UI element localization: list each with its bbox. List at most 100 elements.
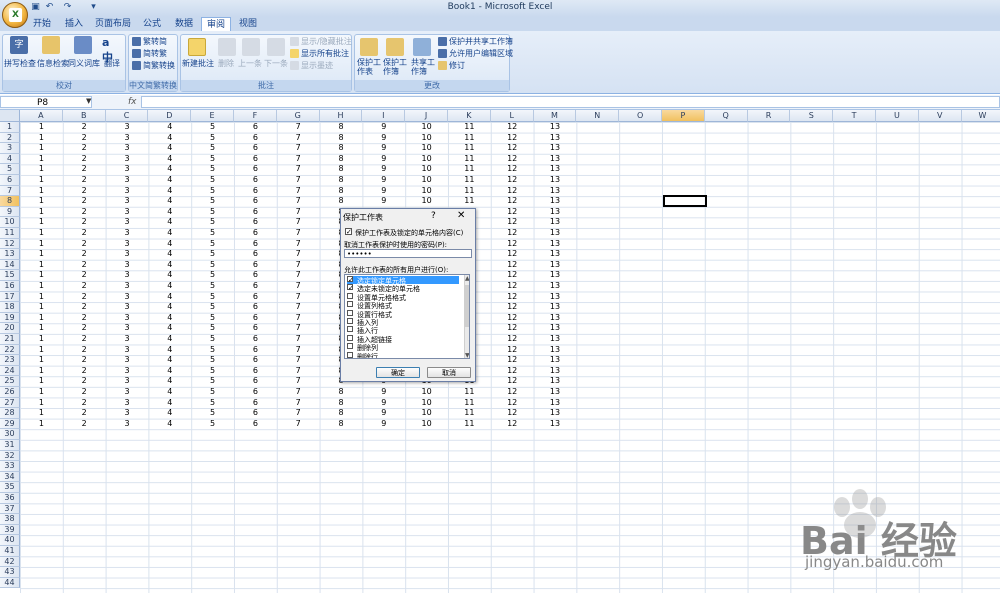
cell-A1[interactable]: 1 [20,122,63,133]
cell-I26[interactable]: 9 [362,387,405,398]
cell-J8[interactable]: 10 [405,196,448,207]
cell-B21[interactable]: 2 [63,334,106,345]
cell-E15[interactable]: 5 [191,270,234,281]
cell-C11[interactable]: 3 [106,228,149,239]
cell-I27[interactable]: 9 [362,398,405,409]
cell-B12[interactable]: 2 [63,239,106,250]
cell-G2[interactable]: 7 [277,133,320,144]
cell-D9[interactable]: 4 [148,207,191,218]
cell-M11[interactable]: 13 [534,228,577,239]
cell-A8[interactable]: 1 [20,196,63,207]
cell-L17[interactable]: 12 [491,292,534,303]
cell-B5[interactable]: 2 [63,164,106,175]
cell-E24[interactable]: 5 [191,366,234,377]
cell-L16[interactable]: 12 [491,281,534,292]
permission-item[interactable]: 删除列 [347,343,459,352]
cell-G6[interactable]: 7 [277,175,320,186]
column-header-U[interactable]: U [876,110,919,122]
cell-F4[interactable]: 6 [234,154,277,165]
row-header-36[interactable]: 36 [0,493,20,504]
row-header-41[interactable]: 41 [0,546,20,557]
cell-A14[interactable]: 1 [20,260,63,271]
cell-A5[interactable]: 1 [20,164,63,175]
cell-B27[interactable]: 2 [63,398,106,409]
cell-B10[interactable]: 2 [63,217,106,228]
cell-K28[interactable]: 11 [448,408,491,419]
cell-J29[interactable]: 10 [405,419,448,430]
cell-L11[interactable]: 12 [491,228,534,239]
cell-A25[interactable]: 1 [20,376,63,387]
qat-customize-icon[interactable]: ▾ [88,2,99,13]
cell-B1[interactable]: 2 [63,122,106,133]
cell-B15[interactable]: 2 [63,270,106,281]
column-header-B[interactable]: B [62,110,106,122]
cell-D22[interactable]: 4 [148,345,191,356]
cell-B2[interactable]: 2 [63,133,106,144]
cell-L20[interactable]: 12 [491,323,534,334]
cell-D12[interactable]: 4 [148,239,191,250]
cell-E18[interactable]: 5 [191,302,234,313]
permission-checkbox[interactable] [347,326,353,333]
cell-I3[interactable]: 9 [362,143,405,154]
new-comment-button[interactable]: 新建批注 [182,58,214,69]
cell-D11[interactable]: 4 [148,228,191,239]
cell-M2[interactable]: 13 [534,133,577,144]
select-all-corner[interactable] [0,110,20,122]
cell-I8[interactable]: 9 [362,196,405,207]
row-header-31[interactable]: 31 [0,440,20,451]
row-header-43[interactable]: 43 [0,567,20,578]
cell-E16[interactable]: 5 [191,281,234,292]
fx-icon[interactable]: fx [128,97,140,108]
cell-A3[interactable]: 1 [20,143,63,154]
cell-E9[interactable]: 5 [191,207,234,218]
cell-C12[interactable]: 3 [106,239,149,250]
cell-E6[interactable]: 5 [191,175,234,186]
cell-L7[interactable]: 12 [491,186,534,197]
tab-review[interactable]: 审阅 [201,17,231,31]
cell-C23[interactable]: 3 [106,355,149,366]
cell-G29[interactable]: 7 [277,419,320,430]
cell-H4[interactable]: 8 [320,154,363,165]
cell-B28[interactable]: 2 [63,408,106,419]
cell-F10[interactable]: 6 [234,217,277,228]
cell-F25[interactable]: 6 [234,376,277,387]
scrollbar-thumb[interactable] [465,285,469,327]
tab-formulas[interactable]: 公式 [138,17,166,31]
cell-K7[interactable]: 11 [448,186,491,197]
cell-E4[interactable]: 5 [191,154,234,165]
cell-B7[interactable]: 2 [63,186,106,197]
cell-K29[interactable]: 11 [448,419,491,430]
cell-L6[interactable]: 12 [491,175,534,186]
cell-I6[interactable]: 9 [362,175,405,186]
protect-workbook-button[interactable]: 保护工作簿 [383,58,407,76]
protect-checkbox[interactable]: ✓ [345,228,352,236]
column-header-P[interactable]: P [662,110,705,122]
cell-E11[interactable]: 5 [191,228,234,239]
cell-G10[interactable]: 7 [277,217,320,228]
cell-J26[interactable]: 10 [405,387,448,398]
row-header-17[interactable]: 17 [0,291,20,303]
cell-C25[interactable]: 3 [106,376,149,387]
permissions-list[interactable]: ✓ 选定锁定单元格 ✓ 选定未锁定的单元格 设置单元格格式 设置列格式 设置行格式 插入列 插入… [344,274,470,359]
formula-input[interactable] [141,96,1000,108]
name-box-dropdown-icon[interactable]: ▼ [86,97,91,105]
cell-A27[interactable]: 1 [20,398,63,409]
cell-M22[interactable]: 13 [534,345,577,356]
cell-M17[interactable]: 13 [534,292,577,303]
cell-C20[interactable]: 3 [106,323,149,334]
cell-F7[interactable]: 6 [234,186,277,197]
cell-M21[interactable]: 13 [534,334,577,345]
cell-A16[interactable]: 1 [20,281,63,292]
cell-A6[interactable]: 1 [20,175,63,186]
cell-G11[interactable]: 7 [277,228,320,239]
cell-G15[interactable]: 7 [277,270,320,281]
cell-G17[interactable]: 7 [277,292,320,303]
cell-E29[interactable]: 5 [191,419,234,430]
cell-A28[interactable]: 1 [20,408,63,419]
close-icon[interactable]: ✕ [457,210,465,221]
cell-C10[interactable]: 3 [106,217,149,228]
cell-G7[interactable]: 7 [277,186,320,197]
cell-L10[interactable]: 12 [491,217,534,228]
cell-D1[interactable]: 4 [148,122,191,133]
cell-D2[interactable]: 4 [148,133,191,144]
